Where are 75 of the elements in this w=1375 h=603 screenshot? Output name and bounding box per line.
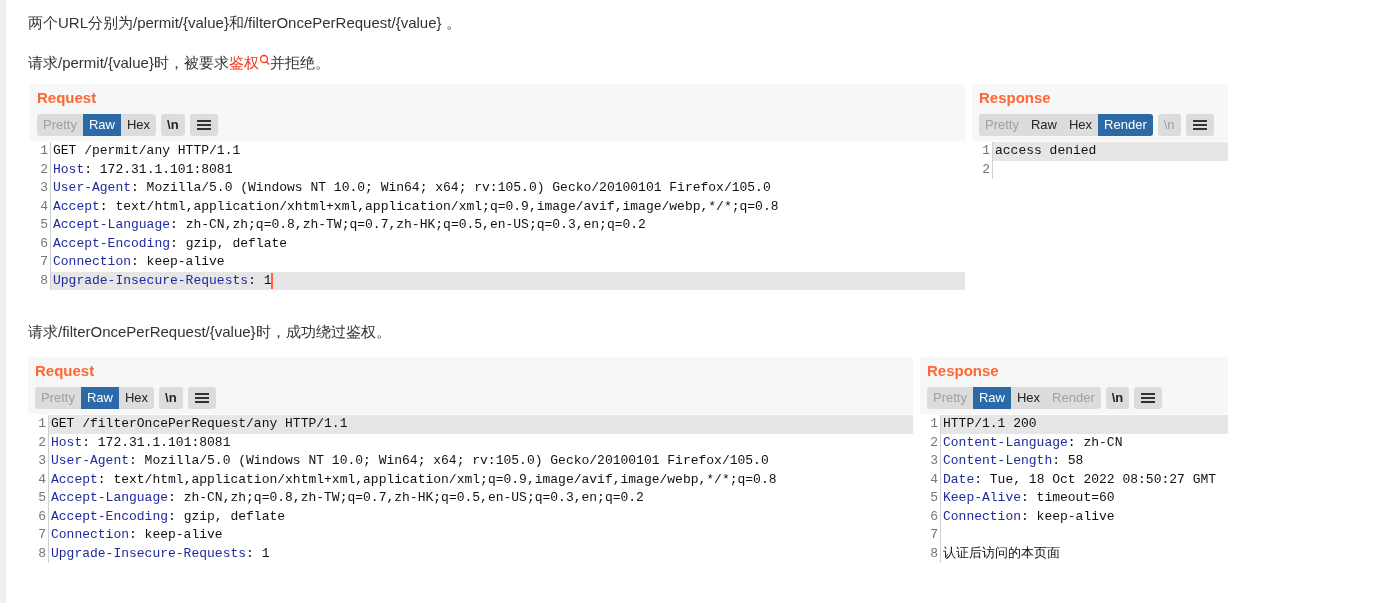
newline-toggle[interactable]: \n [161, 114, 185, 136]
panel-title: Response [979, 88, 1052, 108]
menu-button[interactable] [189, 114, 218, 136]
menu-icon [194, 393, 209, 403]
view-tab[interactable]: Raw [80, 387, 119, 409]
panel-title: Request [37, 88, 98, 108]
menu-button[interactable] [187, 387, 216, 409]
header-name: User-Agent [51, 452, 129, 470]
newline-toggle[interactable]: \n [159, 387, 183, 409]
header-name: Host [53, 160, 85, 179]
code-text: : zh-CN,zh;q=0.8,zh-TW;q=0.7,zh-HK;q=0.5,en-US;q=0.3,en;q=0.2 [168, 489, 644, 507]
code-text: : 172.31.1.101:8081 [82, 433, 231, 452]
code-text: : Tue, 18 Oct 2022 08:50:27 GMT [974, 470, 1217, 489]
view-tab[interactable]: Hex [1011, 387, 1047, 409]
view-tab[interactable]: Render [1098, 114, 1153, 136]
code-text: : Mozilla/5.0 (Windows NT 10.0; Win64; x64; rv:105.0) Gecko/20100101 Firefox/105.0 [129, 452, 769, 470]
header-name: Keep-Alive [943, 489, 1021, 507]
code-text: 认证后访问的本页面 [943, 544, 1060, 563]
view-tab[interactable]: Hex [119, 387, 155, 409]
code-text: access denied [995, 142, 1097, 160]
header-name: Content-Length [943, 452, 1053, 470]
line-number: 1 [972, 142, 992, 161]
code-text: : gzip, deflate [168, 507, 286, 526]
header-name: Accept-Encoding [53, 234, 171, 253]
code-text: : keep-alive [1021, 507, 1115, 526]
header-name: Accept-Encoding [51, 507, 169, 526]
paragraph: 请求/permit/{value}时，被要求鉴权 并拒绝。 [28, 52, 1228, 74]
code-text: : 58 [1052, 452, 1084, 470]
menu-icon [1141, 393, 1156, 403]
header-name: User-Agent [53, 179, 131, 197]
code-text: HTTP/1.1 200 [943, 415, 1037, 433]
keyword-link[interactable]: 鉴权 [228, 52, 259, 74]
line-number: 1 [920, 415, 940, 434]
header-name: Accept-Language [51, 489, 169, 507]
view-tab[interactable]: Raw [82, 114, 121, 136]
header-name: Host [51, 433, 83, 452]
header-name: Date [943, 470, 975, 489]
panel-title: Request [35, 361, 96, 381]
menu-button[interactable] [1185, 114, 1214, 136]
header-name: Connection [51, 526, 129, 544]
header-name: Connection [53, 253, 131, 271]
header-name: Accept-Language [53, 216, 171, 234]
code-text: : keep-alive [131, 253, 225, 271]
view-tab[interactable]: Raw [972, 387, 1011, 409]
newline-toggle[interactable]: \n [1105, 387, 1130, 409]
panel-title: Response [927, 361, 1000, 381]
line-number: 1 [28, 415, 48, 434]
header-name: Accept [51, 470, 98, 489]
code-text: : 1 [246, 544, 270, 563]
menu-icon [1192, 120, 1207, 130]
header-name: Accept [53, 197, 100, 216]
code-text: : gzip, deflate [170, 234, 288, 253]
view-tab[interactable]: Hex [1063, 114, 1099, 136]
code-text: : Mozilla/5.0 (Windows NT 10.0; Win64; x64; rv:105.0) Gecko/20100101 Firefox/105.0 [131, 179, 771, 197]
menu-button[interactable] [1134, 387, 1163, 409]
paragraph: 请求/filterOncePerRequest/{value}时，成功绕过鉴权。 [28, 322, 392, 342]
paragraph: 两个URL分别为/permit/{value}和/filterOncePerRequest/{value} 。 [28, 13, 462, 33]
search-icon [258, 54, 270, 66]
view-tab[interactable]: Hex [121, 114, 157, 136]
code-text: : zh-CN [1067, 433, 1123, 452]
code-text: : text/html,application/xhtml+xml,application/xml;q=0.9,image/avif,image/webp,*/*;q=0.8 [99, 197, 779, 216]
code-text: : 1 [248, 271, 272, 290]
code-text: GET /filterOncePerRequest/any HTTP/1.1 [51, 415, 348, 433]
view-tab[interactable]: Raw [1024, 114, 1063, 136]
code-text: : 172.31.1.101:8081 [84, 160, 233, 179]
header-name: Upgrade-Insecure-Requests [51, 544, 247, 563]
header-name: Upgrade-Insecure-Requests [53, 271, 249, 290]
header-name: Content-Language [943, 433, 1068, 452]
code-text: : text/html,application/xhtml+xml,application/xml;q=0.9,image/avif,image/webp,*/*;q=0.8 [97, 470, 777, 489]
code-text: : zh-CN,zh;q=0.8,zh-TW;q=0.7,zh-HK;q=0.5,en-US;q=0.3,en;q=0.2 [170, 216, 646, 234]
code-text: : keep-alive [129, 526, 223, 544]
menu-icon [196, 120, 211, 130]
header-name: Connection [943, 507, 1021, 526]
code-text: GET /permit/any HTTP/1.1 [53, 142, 241, 160]
code-text: : timeout=60 [1021, 489, 1115, 507]
